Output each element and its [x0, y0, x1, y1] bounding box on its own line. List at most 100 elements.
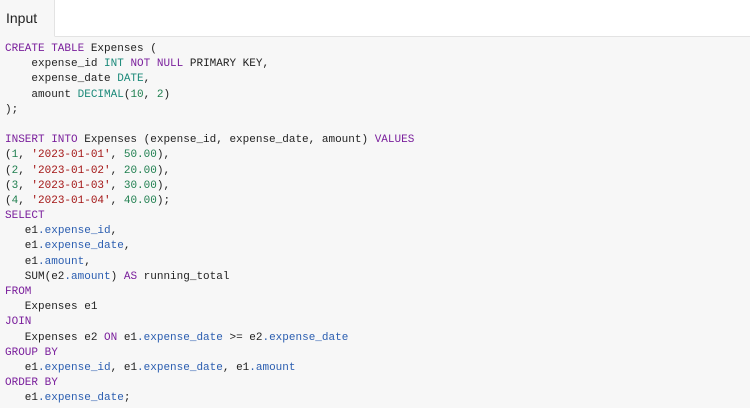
code-token: NOT NULL — [130, 58, 184, 71]
code-token: .amount — [64, 270, 111, 283]
code-token: ; — [123, 392, 131, 405]
code-token: ( — [5, 194, 12, 207]
code-token: '2023-01-04' — [31, 194, 111, 207]
tab-bar: Input — [0, 0, 750, 37]
code-token: amount — [5, 88, 78, 101]
code-token: ( — [5, 149, 12, 162]
code-token: 20.00 — [123, 164, 157, 177]
code-token: , — [18, 164, 32, 177]
code-token: Expenses e2 — [5, 331, 105, 344]
code-line: SUM(e2.amount) AS running_total — [5, 270, 414, 285]
code-line: e1.expense_date; — [5, 391, 414, 406]
code-line: e1.amount, — [5, 255, 414, 270]
code-token: '2023-01-03' — [31, 179, 111, 192]
code-token: , — [123, 240, 131, 253]
code-token: .expense_date — [137, 361, 223, 374]
code-token: expense_date — [5, 73, 118, 86]
code-token: AS — [123, 270, 138, 283]
code-line: FROM — [5, 285, 414, 300]
code-line: INSERT INTO Expenses (expense_id, expens… — [5, 133, 414, 148]
code-token: .amount — [38, 255, 85, 268]
sql-code-editor[interactable]: CREATE TABLE Expenses ( expense_id INT N… — [5, 42, 414, 407]
code-token: e1 — [5, 392, 39, 405]
code-token: ) — [163, 88, 171, 101]
code-token: .expense_date — [38, 240, 124, 253]
code-token: 30.00 — [123, 179, 157, 192]
code-token: .amount — [249, 361, 296, 374]
code-token: ); — [156, 194, 171, 207]
code-token: ), — [156, 149, 171, 162]
code-token: 40.00 — [123, 194, 157, 207]
code-token: GROUP BY — [5, 346, 58, 359]
code-token: ) — [110, 270, 124, 283]
code-token: e1 — [5, 255, 39, 268]
code-token: e1 — [5, 240, 39, 253]
code-token: >= e2 — [222, 331, 263, 344]
code-token: , e1 — [110, 361, 138, 374]
code-token: SUM(e2 — [5, 270, 65, 283]
tab-input-label: Input — [6, 10, 38, 26]
code-token: , e1 — [222, 361, 250, 374]
code-line: CREATE TABLE Expenses ( — [5, 42, 414, 57]
code-token: 10 — [130, 88, 144, 101]
code-token: running_total — [137, 270, 230, 283]
code-token: .expense_date — [262, 331, 349, 344]
code-token: '2023-01-01' — [31, 149, 111, 162]
code-token: , — [143, 88, 157, 101]
code-token: '2023-01-02' — [31, 164, 111, 177]
code-token: CREATE TABLE — [5, 43, 85, 55]
code-token: .expense_date — [137, 331, 223, 344]
code-token: DATE — [117, 73, 144, 86]
code-token: , — [143, 73, 151, 86]
code-token: Expenses (expense_id, expense_date, amou… — [77, 134, 375, 147]
code-token: ( — [150, 43, 157, 55]
code-token: .expense_date — [38, 392, 124, 405]
code-token: ), — [156, 164, 171, 177]
code-token: PRIMARY KEY, — [183, 58, 270, 71]
code-token: ); — [5, 103, 19, 116]
code-line: (1, '2023-01-01', 50.00), — [5, 148, 414, 163]
code-line: (4, '2023-01-04', 40.00); — [5, 194, 414, 209]
code-token: , — [110, 194, 124, 207]
code-line: (2, '2023-01-02', 20.00), — [5, 164, 414, 179]
code-token: e1 — [5, 225, 39, 238]
code-token: , — [110, 225, 118, 238]
code-line: ORDER BY — [5, 376, 414, 391]
code-line: expense_date DATE, — [5, 72, 414, 87]
code-line: amount DECIMAL(10, 2) — [5, 88, 414, 103]
code-token: .expense_id — [38, 225, 111, 238]
code-token: e1 — [5, 361, 39, 374]
code-token: .expense_id — [38, 361, 111, 374]
code-line: e1.expense_id, e1.expense_date, e1.amoun… — [5, 361, 414, 376]
code-token: Expenses e1 — [5, 301, 98, 314]
code-token: e1 — [117, 331, 138, 344]
code-token: expense_id — [5, 58, 105, 71]
code-token: INSERT INTO — [5, 134, 78, 147]
code-line: e1.expense_date, — [5, 239, 414, 254]
code-token: JOIN — [5, 316, 32, 329]
code-token: VALUES — [374, 134, 415, 147]
code-token: , — [18, 149, 32, 162]
code-line: Expenses e2 ON e1.expense_date >= e2.exp… — [5, 331, 414, 346]
code-token: , — [110, 164, 124, 177]
code-token: 50.00 — [123, 149, 157, 162]
code-token: ORDER BY — [5, 377, 58, 390]
code-token: FROM — [5, 286, 32, 298]
code-line: e1.expense_id, — [5, 224, 414, 239]
tab-input[interactable]: Input — [0, 0, 55, 37]
code-token: SELECT — [5, 210, 45, 223]
code-token: ON — [104, 331, 118, 344]
code-line: SELECT — [5, 209, 414, 224]
code-token: , — [110, 149, 124, 162]
code-token: DECIMAL — [77, 88, 124, 101]
code-token: , — [110, 179, 124, 192]
code-token: INT — [104, 58, 124, 71]
code-token: Expenses — [84, 43, 151, 55]
code-token: , — [18, 194, 32, 207]
code-token: ( — [5, 164, 12, 177]
code-line: (3, '2023-01-03', 30.00), — [5, 179, 414, 194]
code-line: expense_id INT NOT NULL PRIMARY KEY, — [5, 57, 414, 72]
code-token: , — [18, 179, 32, 192]
code-line: GROUP BY — [5, 346, 414, 361]
